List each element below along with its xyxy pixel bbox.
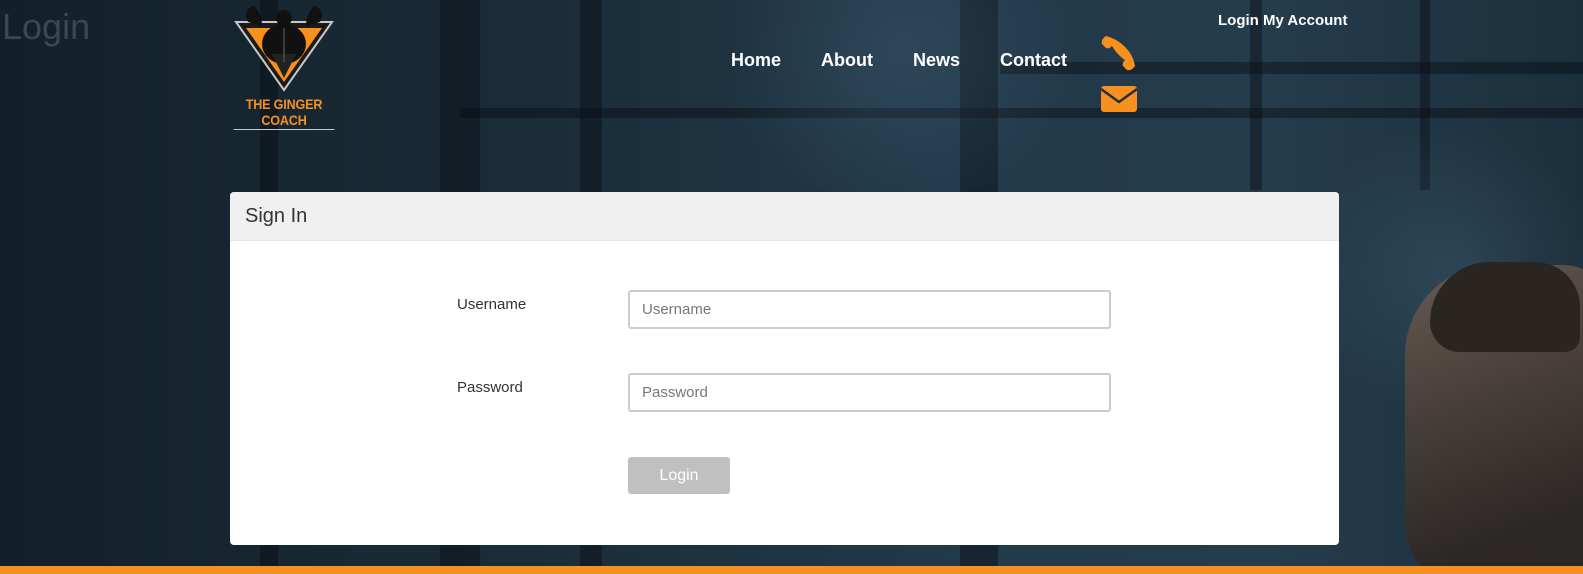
signin-panel-header: Sign In [230,192,1339,241]
logo-text: THE GINGER COACH [233,96,335,130]
nav-home[interactable]: Home [731,48,781,72]
logo[interactable]: THE GINGER COACH [228,4,340,130]
coach-logo-icon [234,6,334,92]
password-input[interactable] [628,373,1111,412]
phone-icon[interactable] [1099,32,1139,72]
envelope-icon[interactable] [1099,78,1139,118]
signin-panel: Sign In Username Password Login [230,192,1339,545]
nav-about[interactable]: About [821,48,873,72]
username-label: Username [457,296,527,313]
username-input[interactable] [628,290,1111,329]
nav-contact[interactable]: Contact [1000,48,1067,72]
footer-accent-bar [0,566,1583,574]
main-nav: Home About News Contact [731,48,1107,72]
password-label: Password [457,379,523,396]
login-my-account-link[interactable]: Login My Account [1218,12,1347,29]
page-title: Login [2,6,91,47]
signin-title: Sign In [245,204,308,227]
nav-news[interactable]: News [913,48,960,72]
login-button[interactable]: Login [628,457,730,494]
contact-icons [1099,32,1141,118]
